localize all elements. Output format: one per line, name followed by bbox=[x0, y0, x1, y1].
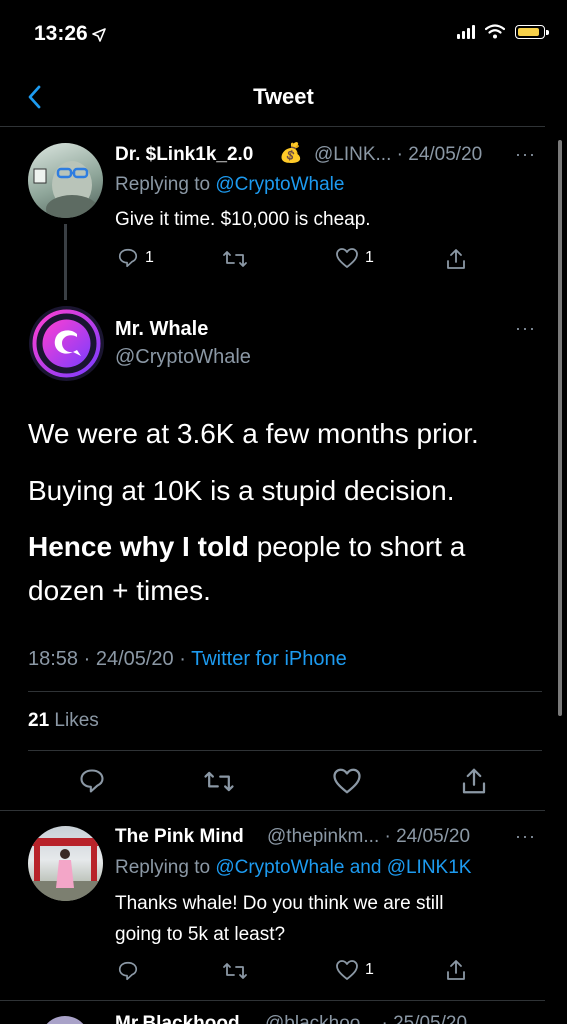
next-reply-partial[interactable]: Mr.Blackhood @blackhoo... · 25/05/20 bbox=[0, 1001, 567, 1024]
more-options-icon[interactable]: ··· bbox=[515, 144, 536, 165]
reply2-like-action[interactable]: 1 bbox=[335, 959, 374, 981]
reply-replying-prefix: Replying to bbox=[115, 857, 211, 878]
battery-level bbox=[518, 27, 539, 36]
reply2-share-icon[interactable] bbox=[445, 958, 467, 982]
like-count: 1 bbox=[365, 249, 374, 266]
tweet-text-line-3: Hence why I told people to short a bbox=[28, 531, 465, 563]
reply-replying-to: Replying to @CryptoWhale and @LINK1K bbox=[115, 857, 471, 879]
reply-count: 1 bbox=[145, 249, 154, 266]
reply-replying-handles[interactable]: @CryptoWhale and @LINK1K bbox=[215, 857, 471, 878]
reply-more-options-icon[interactable]: ··· bbox=[515, 826, 536, 847]
next-reply-handle-date: @blackhoo... · 25/05/20 bbox=[265, 1013, 468, 1024]
tweet-source[interactable]: Twitter for iPhone bbox=[191, 648, 347, 670]
money-bag-emoji: 💰 bbox=[279, 143, 303, 164]
stats-divider-bottom bbox=[28, 750, 542, 751]
next-reply-avatar bbox=[40, 1016, 90, 1024]
main-reply-icon[interactable] bbox=[78, 767, 106, 795]
cellular-signal-icon bbox=[457, 24, 475, 39]
reply2-like-count: 1 bbox=[365, 961, 374, 978]
main-share-icon[interactable] bbox=[460, 766, 488, 796]
tweet-text-rest: people to short a bbox=[248, 531, 466, 562]
handle-date: @LINK... · 24/05/20 bbox=[314, 144, 483, 165]
reply-text-line-1: Thanks whale! Do you think we are still bbox=[115, 893, 444, 914]
author-name[interactable]: Dr. $Link1k_2.0 bbox=[115, 144, 253, 166]
like-action[interactable]: 1 bbox=[335, 247, 374, 269]
main-retweet-icon[interactable] bbox=[203, 768, 235, 795]
main-author-handle[interactable]: @CryptoWhale bbox=[115, 346, 251, 369]
retweet-icon[interactable] bbox=[222, 248, 248, 270]
thread-connector bbox=[64, 224, 67, 300]
tweet-text-bold: Hence why I told bbox=[28, 531, 249, 562]
tweet-text: Give it time. $10,000 is cheap. bbox=[115, 209, 371, 230]
reply-avatar[interactable] bbox=[28, 826, 103, 901]
main-tweet-divider bbox=[0, 810, 545, 811]
avatar[interactable] bbox=[28, 143, 103, 218]
reply-action[interactable]: 1 bbox=[117, 247, 154, 269]
main-more-options-icon[interactable]: ··· bbox=[515, 318, 536, 339]
tweet-timestamp: 18:58 · 24/05/20 · bbox=[28, 648, 192, 670]
whale-logo-icon bbox=[32, 309, 101, 378]
reply2-reply-icon[interactable] bbox=[117, 960, 139, 982]
main-author-name[interactable]: Mr. Whale bbox=[115, 318, 208, 341]
main-author-avatar[interactable] bbox=[29, 306, 104, 381]
tweet-text-line-4: dozen + times. bbox=[28, 575, 211, 606]
share-icon[interactable] bbox=[445, 247, 467, 271]
wifi-icon bbox=[485, 24, 505, 39]
stats-divider-top bbox=[28, 691, 542, 692]
location-arrow-icon bbox=[92, 28, 106, 42]
main-heart-icon[interactable] bbox=[332, 767, 362, 795]
tweet-timestamp-row: 18:58 · 24/05/20 · Twitter for iPhone bbox=[28, 648, 347, 671]
reply-handle-date: @thepinkm... · 24/05/20 bbox=[267, 826, 471, 847]
tweet-text-line-1: We were at 3.6K a few months prior. bbox=[28, 418, 479, 449]
page-title: Tweet bbox=[253, 84, 314, 109]
replying-to-prefix: Replying to bbox=[115, 174, 211, 195]
header-divider bbox=[0, 126, 545, 127]
tweet-text-line-2: Buying at 10K is a stupid decision. bbox=[28, 475, 455, 506]
scrollbar[interactable] bbox=[558, 140, 562, 716]
avatar-image bbox=[33, 161, 98, 218]
status-time: 13:26 bbox=[34, 22, 88, 45]
reply2-heart-icon bbox=[336, 960, 358, 980]
heart-icon bbox=[336, 248, 358, 268]
replying-to: Replying to @CryptoWhale bbox=[115, 174, 344, 196]
reply-avatar-image bbox=[28, 838, 103, 901]
likes-stat[interactable]: 21 Likes bbox=[28, 710, 99, 732]
reply-text-line-2: going to 5k at least? bbox=[115, 924, 286, 945]
status-icons bbox=[457, 24, 549, 39]
likes-count: 21 bbox=[28, 710, 50, 731]
reply2-retweet-icon[interactable] bbox=[222, 960, 248, 982]
replying-to-handle[interactable]: @CryptoWhale bbox=[215, 174, 344, 195]
next-reply-author-name: Mr.Blackhood bbox=[115, 1013, 240, 1024]
likes-label: Likes bbox=[54, 710, 99, 731]
reply-author-name[interactable]: The Pink Mind bbox=[115, 826, 244, 848]
reply-icon bbox=[118, 248, 138, 268]
battery-icon bbox=[515, 24, 549, 39]
